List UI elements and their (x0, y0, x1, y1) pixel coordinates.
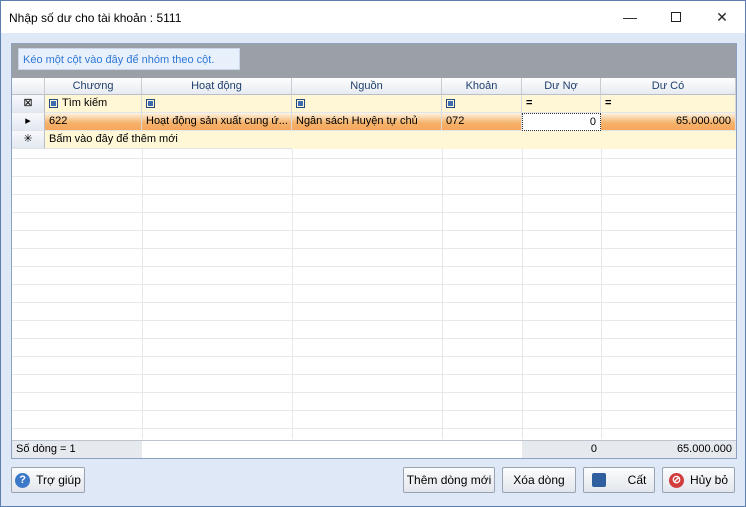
column-header-du-no[interactable]: Dư Nợ (522, 78, 601, 95)
close-icon: ✕ (716, 8, 728, 25)
table-row[interactable]: ▸ 622 Hoạt động sản xuất cung ứ... Ngân … (12, 113, 736, 131)
row-count: Số dòng = 1 (16, 443, 76, 455)
column-header-du-co[interactable]: Dư Có (601, 78, 736, 95)
column-header-khoan[interactable]: Khoản (442, 78, 522, 95)
title-bar: Nhập số dư cho tài khoản : 5111 — ✕ (1, 1, 745, 33)
help-label: Trợ giúp (36, 473, 81, 487)
cancel-icon: ⊘ (668, 472, 684, 488)
total-du-co: 65.000.000 (676, 443, 732, 455)
new-row-label[interactable]: Bấm vào đây để thêm mới (45, 131, 292, 149)
row-selector-icon: ▸ (12, 113, 45, 131)
cell-du-co[interactable]: 65.000.000 (601, 113, 736, 131)
equals-icon: = (605, 97, 612, 109)
cell-chuong[interactable]: 622 (45, 113, 142, 131)
group-by-hint[interactable]: Kéo một cột vào đây để nhóm theo cột. (18, 48, 240, 70)
maximize-icon (671, 12, 681, 22)
filter-checkbox-icon (49, 98, 58, 108)
total-du-no: 0 (590, 443, 597, 455)
add-row-button[interactable]: Thêm dòng mới (403, 467, 495, 493)
filter-nguon[interactable] (292, 95, 442, 113)
filter-du-no[interactable]: = (522, 95, 601, 113)
cell-du-no[interactable]: 0 (522, 113, 601, 131)
floppy-disk-icon (591, 473, 606, 487)
equals-icon: = (526, 97, 533, 109)
filter-chuong[interactable]: Tìm kiếm (45, 95, 142, 113)
close-button[interactable]: ✕ (699, 1, 745, 33)
window-title: Nhập số dư cho tài khoản : 5111 (9, 11, 182, 25)
maximize-button[interactable] (653, 1, 699, 33)
group-by-panel: Kéo một cột vào đây để nhóm theo cột. (12, 44, 736, 78)
cancel-button[interactable]: ⊘ Hủy bỏ (662, 467, 735, 493)
summary-footer: Số dòng = 1 0 65.000.000 (12, 440, 736, 458)
new-row[interactable]: ✳ Bấm vào đây để thêm mới (12, 131, 736, 149)
filter-khoan[interactable] (442, 95, 522, 113)
delete-row-button[interactable]: Xóa dòng (502, 467, 576, 493)
cell-nguon[interactable]: Ngân sách Huyện tự chủ (292, 113, 442, 131)
filter-checkbox-icon (146, 98, 155, 108)
help-icon: ? (15, 472, 31, 488)
new-row-star-icon: ✳ (12, 131, 45, 149)
data-grid: Kéo một cột vào đây để nhóm theo cột. Ch… (11, 43, 737, 459)
dialog-window: Nhập số dư cho tài khoản : 5111 — ✕ Kéo … (0, 0, 746, 507)
filter-search-label: Tìm kiếm (62, 97, 108, 109)
filter-checkbox-icon (296, 98, 305, 108)
filter-clear-icon[interactable]: ⊠ (12, 95, 45, 113)
save-label: Cất (627, 473, 647, 487)
cancel-label: Hủy bỏ (689, 473, 729, 487)
filter-row: ⊠ Tìm kiếm = = (12, 95, 736, 113)
filter-du-co[interactable]: = (601, 95, 736, 113)
column-header-chuong[interactable]: Chương (45, 78, 142, 95)
column-header-nguon[interactable]: Nguồn (292, 78, 442, 95)
filter-hoat-dong[interactable] (142, 95, 292, 113)
cell-khoan[interactable]: 072 (442, 113, 522, 131)
column-header-hoat-dong[interactable]: Hoạt động (142, 78, 292, 95)
empty-grid-area (12, 149, 736, 439)
minimize-button[interactable]: — (607, 1, 653, 33)
header-indicator (12, 78, 45, 95)
save-button[interactable]: Cất (583, 467, 655, 493)
help-button[interactable]: ? Trợ giúp (11, 467, 85, 493)
cell-hoat-dong[interactable]: Hoạt động sản xuất cung ứ... (142, 113, 292, 131)
footer-spacer (142, 441, 522, 458)
minimize-icon: — (623, 9, 637, 25)
filter-checkbox-icon (446, 98, 455, 108)
